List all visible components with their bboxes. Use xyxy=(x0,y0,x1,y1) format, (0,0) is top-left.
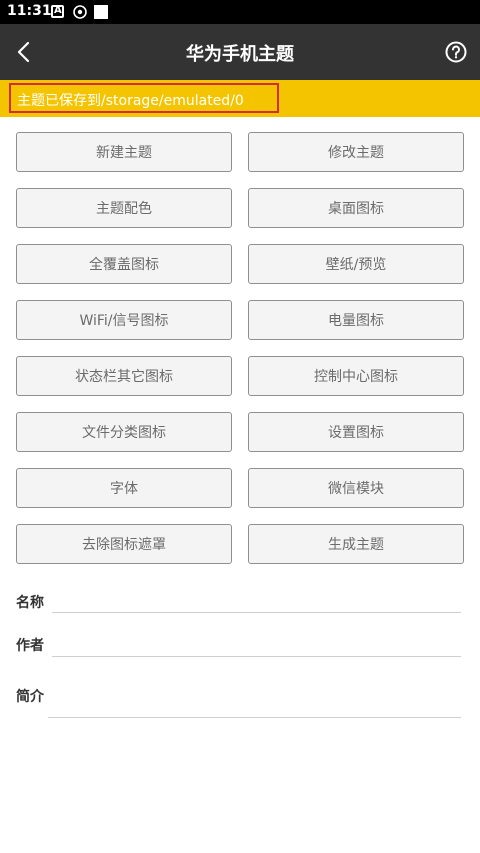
wechat-module-button[interactable]: 微信模块 xyxy=(248,468,464,508)
statusbar-other-icon-button[interactable]: 状态栏其它图标 xyxy=(16,356,232,396)
control-center-icon-button[interactable]: 控制中心图标 xyxy=(248,356,464,396)
file-category-icon-button[interactable]: 文件分类图标 xyxy=(16,412,232,452)
name-label: 名称 xyxy=(16,595,44,611)
intro-label: 简介 xyxy=(16,689,44,705)
a-icon xyxy=(51,5,64,18)
remove-icon-mask-button[interactable]: 去除图标遮罩 xyxy=(16,524,232,564)
author-input[interactable] xyxy=(54,632,460,656)
generate-theme-button[interactable]: 生成主题 xyxy=(248,524,464,564)
notification-square-icon xyxy=(94,5,108,19)
page-title: 华为手机主题 xyxy=(186,44,294,65)
help-button[interactable] xyxy=(445,41,467,63)
intro-underline xyxy=(48,717,461,718)
notice-text: 主题已保存到/storage/emulated/0 xyxy=(9,83,279,113)
notice-banner: 主题已保存到/storage/emulated/0 xyxy=(0,80,480,117)
eye-icon xyxy=(73,5,87,19)
full-cover-icon-button[interactable]: 全覆盖图标 xyxy=(16,244,232,284)
intro-input[interactable] xyxy=(50,692,460,716)
name-underline xyxy=(52,612,461,613)
theme-color-button[interactable]: 主题配色 xyxy=(16,188,232,228)
wallpaper-preview-button[interactable]: 壁纸/预览 xyxy=(248,244,464,284)
font-button[interactable]: 字体 xyxy=(16,468,232,508)
desktop-icon-button[interactable]: 桌面图标 xyxy=(248,188,464,228)
status-time: 11:31 xyxy=(7,3,52,19)
new-theme-button[interactable]: 新建主题 xyxy=(16,132,232,172)
author-label: 作者 xyxy=(16,638,44,654)
wifi-signal-icon-button[interactable]: WiFi/信号图标 xyxy=(16,300,232,340)
app-bar: 华为手机主题 xyxy=(0,24,480,80)
settings-icon-button[interactable]: 设置图标 xyxy=(248,412,464,452)
battery-icon-button[interactable]: 电量图标 xyxy=(248,300,464,340)
name-input[interactable] xyxy=(54,588,460,612)
status-bar: 11:31 xyxy=(0,0,480,24)
edit-theme-button[interactable]: 修改主题 xyxy=(248,132,464,172)
author-underline xyxy=(52,656,461,657)
